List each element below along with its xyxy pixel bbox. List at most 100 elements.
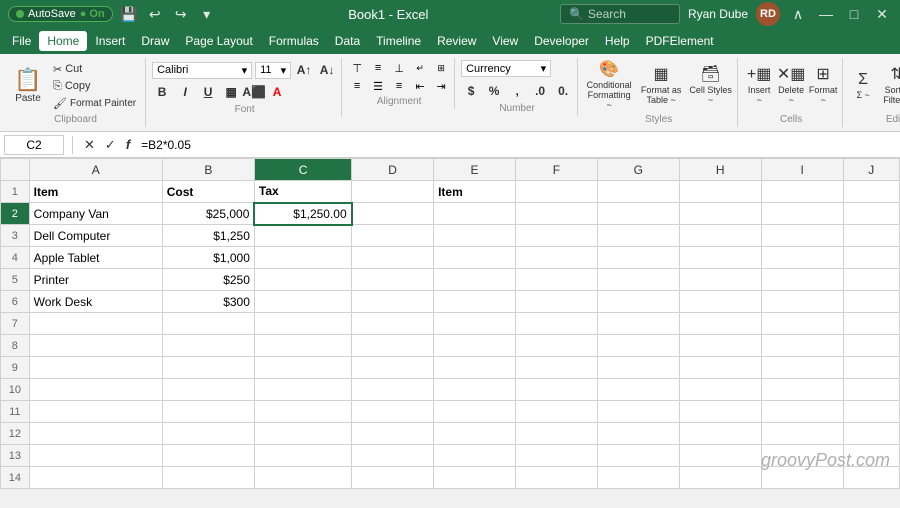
col-header-i[interactable]: I [761,159,843,181]
merge-button[interactable]: ⊞ [432,60,450,76]
decrease-decimal-button[interactable]: 0. [553,81,573,101]
border-button[interactable]: ▦ [221,82,241,102]
cell[interactable] [679,445,761,467]
percent-button[interactable]: % [484,81,504,101]
cell[interactable] [843,181,899,203]
cell[interactable] [843,445,899,467]
row-number[interactable]: 3 [1,225,30,247]
cell[interactable] [843,379,899,401]
cell[interactable] [254,335,351,357]
cell[interactable] [162,313,254,335]
align-right-button[interactable]: ≡ [390,78,408,94]
cell[interactable] [254,423,351,445]
row-number[interactable]: 8 [1,335,30,357]
cell[interactable] [515,379,597,401]
col-header-a[interactable]: A [29,159,162,181]
cell[interactable] [434,423,516,445]
menu-formulas[interactable]: Formulas [261,31,327,51]
cell[interactable]: $300 [162,291,254,313]
cell[interactable] [761,423,843,445]
row-number[interactable]: 5 [1,269,30,291]
ribbon-collapse-icon[interactable]: ∧ [788,4,808,24]
cell[interactable] [434,379,516,401]
cell[interactable] [434,445,516,467]
cell[interactable]: $250 [162,269,254,291]
cell[interactable] [352,291,434,313]
increase-font-size-button[interactable]: A↑ [294,60,314,80]
menu-developer[interactable]: Developer [526,31,597,51]
fill-color-button[interactable]: A⬛ [244,82,264,102]
format-painter-button[interactable]: 🖌Format Painter [48,95,141,111]
comma-button[interactable]: , [507,81,527,101]
cell[interactable] [434,357,516,379]
cell[interactable] [515,291,597,313]
col-header-e[interactable]: E [434,159,516,181]
cell[interactable] [29,335,162,357]
cell[interactable] [434,401,516,423]
cell[interactable] [679,335,761,357]
cell[interactable] [29,423,162,445]
cell[interactable] [162,467,254,489]
cell-reference-box[interactable] [4,135,64,155]
cell[interactable] [679,181,761,203]
cell[interactable] [162,357,254,379]
cell[interactable] [254,445,351,467]
cell[interactable] [515,423,597,445]
cancel-formula-icon[interactable]: ✕ [81,137,98,153]
sort-filter-button[interactable]: ⇅ Sort & Filter ~ [879,60,900,112]
row-number[interactable]: 11 [1,401,30,423]
cell[interactable] [843,335,899,357]
decrease-font-size-button[interactable]: A↓ [317,60,337,80]
cell[interactable] [515,247,597,269]
cell[interactable] [352,335,434,357]
cell[interactable] [434,313,516,335]
cell[interactable] [515,335,597,357]
cell[interactable] [679,313,761,335]
cell[interactable] [254,269,351,291]
cell[interactable] [761,247,843,269]
cell[interactable] [597,313,679,335]
row-number[interactable]: 10 [1,379,30,401]
menu-data[interactable]: Data [327,31,368,51]
cell[interactable] [843,225,899,247]
cell[interactable]: Item [29,181,162,203]
cell[interactable] [515,181,597,203]
cell[interactable] [162,379,254,401]
cell[interactable] [679,357,761,379]
cell[interactable] [679,269,761,291]
insert-function-icon[interactable]: f [123,137,133,152]
cell[interactable] [434,269,516,291]
align-top-button[interactable]: ⊤ [348,60,366,76]
cell[interactable] [597,379,679,401]
cell[interactable]: $1,000 [162,247,254,269]
cell[interactable] [254,467,351,489]
cell[interactable] [29,445,162,467]
cell[interactable]: Dell Computer [29,225,162,247]
cell[interactable] [597,467,679,489]
cell[interactable] [597,269,679,291]
cell[interactable] [162,401,254,423]
cell[interactable] [162,335,254,357]
bold-button[interactable]: B [152,82,172,102]
cell[interactable] [254,401,351,423]
menu-review[interactable]: Review [429,31,484,51]
cell[interactable] [434,225,516,247]
search-input[interactable] [588,7,678,21]
cut-button[interactable]: ✂Cut [48,61,141,77]
cell[interactable] [352,357,434,379]
cell[interactable] [597,357,679,379]
cell[interactable] [162,423,254,445]
cell[interactable] [434,335,516,357]
menu-page-layout[interactable]: Page Layout [177,31,260,51]
undo-icon[interactable]: ↩ [145,4,165,24]
cell[interactable] [352,181,434,203]
cell[interactable] [679,423,761,445]
cell[interactable]: Cost [162,181,254,203]
align-center-button[interactable]: ☰ [369,78,387,94]
maximize-icon[interactable]: □ [844,4,864,24]
cell[interactable] [254,247,351,269]
cell[interactable]: $1,250 [162,225,254,247]
row-number[interactable]: 7 [1,313,30,335]
indent-increase-button[interactable]: ⇥ [432,78,450,94]
align-left-button[interactable]: ≡ [348,78,366,94]
